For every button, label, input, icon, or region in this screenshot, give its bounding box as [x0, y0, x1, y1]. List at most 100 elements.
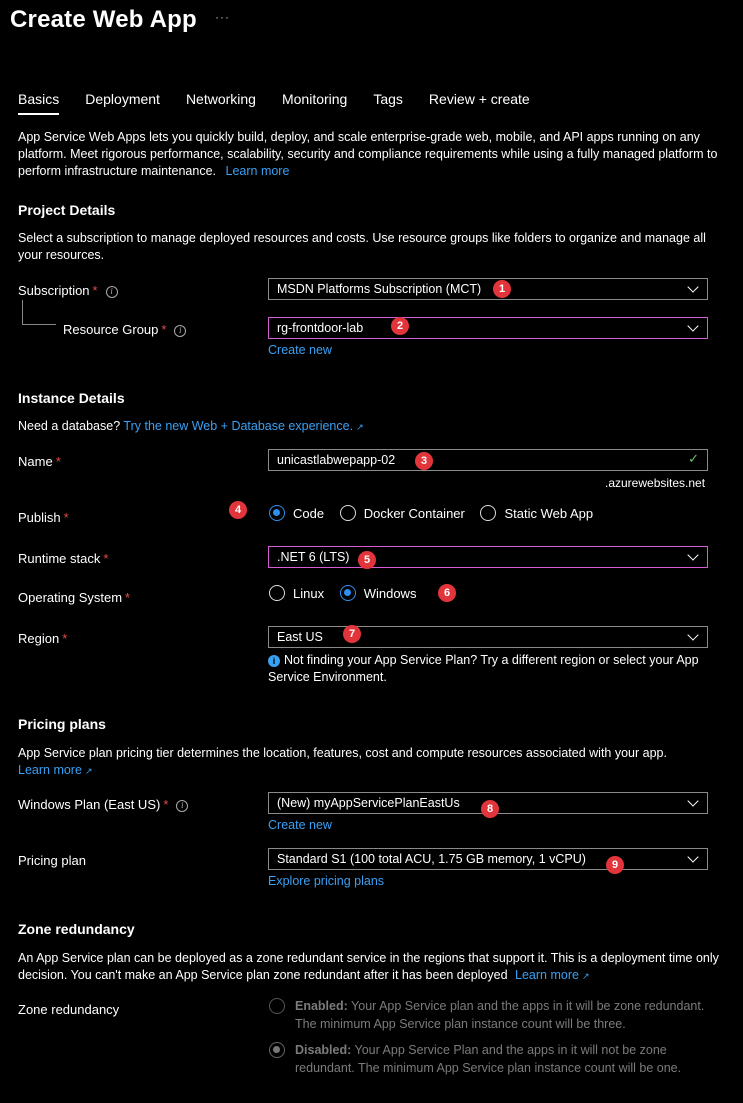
name-input-value: unicastlabwepapp-02: [277, 453, 396, 467]
runtime-stack-label: Runtime stack *: [18, 551, 108, 566]
pricing-plan-dropdown[interactable]: Standard S1 (100 total ACU, 1.75 GB memo…: [268, 848, 708, 870]
zone-disabled-option[interactable]: Disabled: Your App Service Plan and the …: [269, 1041, 709, 1077]
create-new-plan-link[interactable]: Create new: [268, 818, 332, 832]
radio-button[interactable]: [269, 585, 285, 601]
tab-review-create[interactable]: Review + create: [429, 91, 530, 115]
instance-details-heading: Instance Details: [18, 390, 125, 406]
zone-disabled-text: Disabled: Your App Service Plan and the …: [295, 1041, 709, 1077]
tab-bar: Basics Deployment Networking Monitoring …: [18, 91, 556, 115]
publish-option-code-label: Code: [293, 505, 325, 521]
pricing-plan-value: Standard S1 (100 total ACU, 1.75 GB memo…: [277, 852, 586, 866]
info-icon[interactable]: i: [174, 325, 187, 337]
name-label: Name *: [18, 454, 61, 469]
radio-button[interactable]: [269, 998, 285, 1014]
pricing-learn-more-link[interactable]: Learn more ↗: [18, 763, 92, 777]
subscription-label-text: Subscription: [18, 283, 90, 298]
info-icon: i: [268, 655, 280, 667]
resource-group-dropdown[interactable]: rg-frontdoor-lab: [268, 317, 708, 339]
project-details-description: Select a subscription to manage deployed…: [18, 231, 706, 262]
subscription-dropdown[interactable]: MSDN Platforms Subscription (MCT): [268, 278, 708, 300]
publish-option-code[interactable]: Code: [269, 505, 324, 521]
required-marker: *: [55, 454, 61, 469]
radio-button[interactable]: [480, 505, 497, 521]
resource-group-label-text: Resource Group: [63, 322, 159, 337]
callout-badge-4: 4: [229, 501, 247, 519]
callout-badge-5: 5: [358, 551, 376, 569]
chevron-down-icon: [687, 795, 699, 807]
pricing-learn-more-text: Learn more: [18, 763, 82, 777]
chevron-down-icon: [687, 320, 699, 332]
subscription-label: Subscription * i: [18, 283, 118, 298]
zone-learn-more-text: Learn more: [515, 968, 579, 982]
publish-radio-group: Code Docker Container Static Web App: [269, 505, 605, 524]
region-dropdown[interactable]: East US: [268, 626, 708, 648]
required-marker: *: [163, 797, 169, 812]
chevron-down-icon: [687, 851, 699, 863]
operating-system-label: Operating System *: [18, 590, 130, 605]
zone-enabled-text: Enabled: Your App Service plan and the a…: [295, 997, 709, 1033]
name-input[interactable]: unicastlabwepapp-02 ✓: [268, 449, 708, 471]
database-prompt: Need a database? Try the new Web + Datab…: [18, 419, 364, 433]
windows-plan-value: (New) myAppServicePlanEastUs: [277, 796, 460, 810]
runtime-stack-dropdown[interactable]: .NET 6 (LTS): [268, 546, 708, 568]
web-database-link-text: Try the new Web + Database experience.: [123, 419, 354, 433]
publish-option-docker[interactable]: Docker Container: [339, 505, 465, 521]
required-marker: *: [103, 551, 109, 566]
chevron-down-icon: [687, 629, 699, 641]
pricing-plans-heading: Pricing plans: [18, 716, 106, 732]
info-icon[interactable]: i: [105, 286, 118, 298]
zone-description: An App Service plan can be deployed as a…: [18, 950, 723, 985]
callout-badge-1: 1: [493, 280, 511, 298]
tab-networking[interactable]: Networking: [186, 91, 256, 115]
tab-tags[interactable]: Tags: [373, 91, 403, 115]
pricing-description-text: App Service plan pricing tier determines…: [18, 746, 667, 760]
intro-description: App Service Web Apps lets you quickly bu…: [18, 130, 718, 178]
zone-redundancy-label: Zone redundancy: [18, 1002, 120, 1017]
subscription-value: MSDN Platforms Subscription (MCT): [277, 282, 482, 296]
radio-button[interactable]: [269, 505, 285, 521]
tab-deployment[interactable]: Deployment: [85, 91, 160, 115]
external-link-icon: ↗: [84, 766, 93, 776]
os-option-linux-label: Linux: [293, 585, 325, 601]
pricing-description: App Service plan pricing tier determines…: [18, 745, 723, 780]
info-icon[interactable]: i: [176, 800, 189, 812]
create-new-resource-group-link[interactable]: Create new: [268, 343, 332, 357]
tab-monitoring[interactable]: Monitoring: [282, 91, 347, 115]
os-option-windows-label: Windows: [363, 585, 417, 601]
required-marker: *: [92, 283, 98, 298]
radio-button[interactable]: [269, 1042, 285, 1058]
name-label-text: Name: [18, 454, 53, 469]
page-title: Create Web App: [10, 6, 197, 33]
name-domain-suffix: .azurewebsites.net: [605, 476, 706, 490]
windows-plan-label: Windows Plan (East US) * i: [18, 797, 189, 812]
callout-badge-6: 6: [438, 584, 456, 602]
publish-option-static-label: Static Web App: [504, 505, 594, 521]
publish-option-docker-label: Docker Container: [363, 505, 465, 521]
os-radio-group: Linux Windows: [269, 585, 428, 604]
intro-learn-more-link[interactable]: Learn more: [226, 164, 290, 178]
explore-pricing-plans-link[interactable]: Explore pricing plans: [268, 874, 384, 888]
callout-badge-8: 8: [481, 800, 499, 818]
zone-enabled-title: Enabled:: [295, 999, 348, 1013]
region-note-text: Not finding your App Service Plan? Try a…: [268, 653, 699, 684]
os-option-linux[interactable]: Linux: [269, 585, 324, 601]
pricing-plan-label: Pricing plan: [18, 853, 86, 868]
radio-button[interactable]: [339, 585, 356, 601]
runtime-stack-value: .NET 6 (LTS): [277, 550, 350, 564]
tab-basics[interactable]: Basics: [18, 91, 60, 115]
resource-group-value: rg-frontdoor-lab: [277, 321, 364, 335]
zone-disabled-title: Disabled:: [295, 1043, 352, 1057]
callout-badge-3: 3: [415, 452, 433, 470]
web-database-link[interactable]: Try the new Web + Database experience. ↗: [123, 419, 363, 433]
publish-option-static[interactable]: Static Web App: [480, 505, 593, 521]
zone-learn-more-link[interactable]: Learn more ↗: [515, 968, 589, 982]
callout-badge-7: 7: [343, 625, 361, 643]
radio-button[interactable]: [339, 505, 356, 521]
publish-label: Publish *: [18, 510, 69, 525]
operating-system-label-text: Operating System: [18, 590, 123, 605]
zone-enabled-option[interactable]: Enabled: Your App Service plan and the a…: [269, 997, 709, 1033]
os-option-windows[interactable]: Windows: [339, 585, 417, 601]
database-prompt-text: Need a database?: [18, 419, 121, 433]
more-options-icon[interactable]: ···: [215, 10, 230, 24]
resource-group-label: Resource Group * i: [63, 322, 187, 337]
